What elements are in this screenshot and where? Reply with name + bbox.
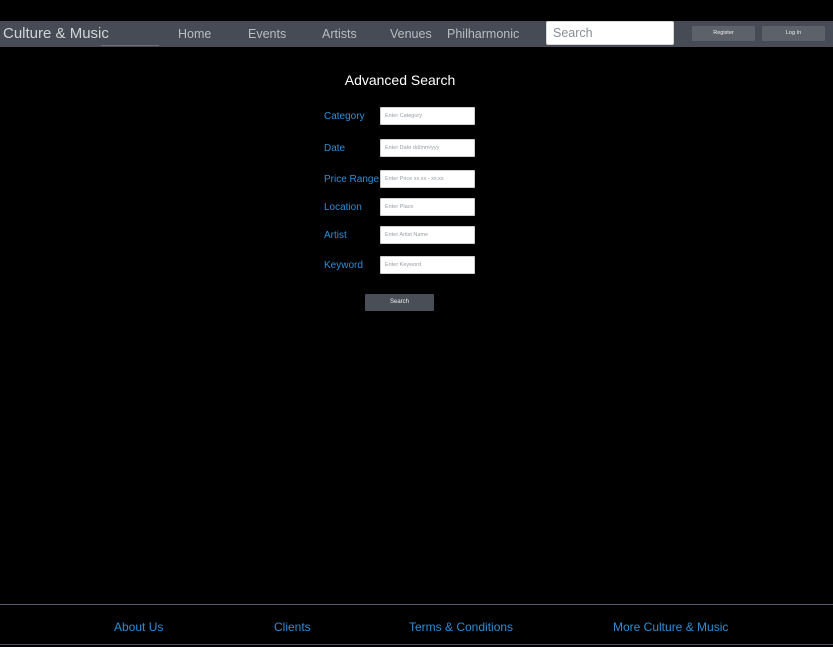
header-search-input[interactable] bbox=[546, 21, 674, 45]
nav-link-home[interactable]: Home bbox=[178, 26, 211, 42]
location-label: Location bbox=[324, 202, 362, 213]
page-title: Advanced Search bbox=[344, 72, 456, 88]
login-button[interactable]: Log In bbox=[762, 26, 825, 41]
brand-logo-link[interactable]: Culture & Music bbox=[3, 24, 109, 44]
footer-link-clients[interactable]: Clients bbox=[274, 619, 311, 635]
price-range-label: Price Range bbox=[324, 174, 380, 185]
date-label: Date bbox=[324, 143, 346, 154]
advanced-search-button[interactable]: Search bbox=[365, 294, 434, 311]
page: Culture & Music Home Events Artists Venu… bbox=[0, 0, 833, 647]
category-input[interactable] bbox=[380, 107, 475, 125]
footer-link-more-culture-music[interactable]: More Culture & Music bbox=[613, 619, 728, 635]
artist-label: Artist bbox=[324, 230, 347, 241]
footer-link-terms[interactable]: Terms & Conditions bbox=[409, 619, 513, 635]
nav-link-artists[interactable]: Artists bbox=[322, 26, 357, 42]
price-range-input[interactable] bbox=[380, 170, 475, 188]
nav-link-events[interactable]: Events bbox=[248, 26, 286, 42]
location-input[interactable] bbox=[380, 198, 475, 216]
keyword-input[interactable] bbox=[380, 256, 475, 274]
footer: About Us Clients Terms & Conditions More… bbox=[0, 604, 833, 647]
footer-divider bbox=[0, 644, 833, 645]
keyword-label: Keyword bbox=[324, 260, 363, 271]
nav-link-philharmonic[interactable]: Philharmonic bbox=[447, 26, 519, 42]
footer-link-about-us[interactable]: About Us bbox=[114, 619, 163, 635]
top-navbar: Culture & Music Home Events Artists Venu… bbox=[0, 21, 833, 47]
nav-divider bbox=[101, 45, 159, 46]
register-button[interactable]: Register bbox=[692, 26, 755, 41]
date-input[interactable] bbox=[380, 139, 475, 157]
category-label: Category bbox=[324, 111, 365, 122]
nav-link-venues[interactable]: Venues bbox=[390, 26, 432, 42]
artist-input[interactable] bbox=[380, 226, 475, 244]
